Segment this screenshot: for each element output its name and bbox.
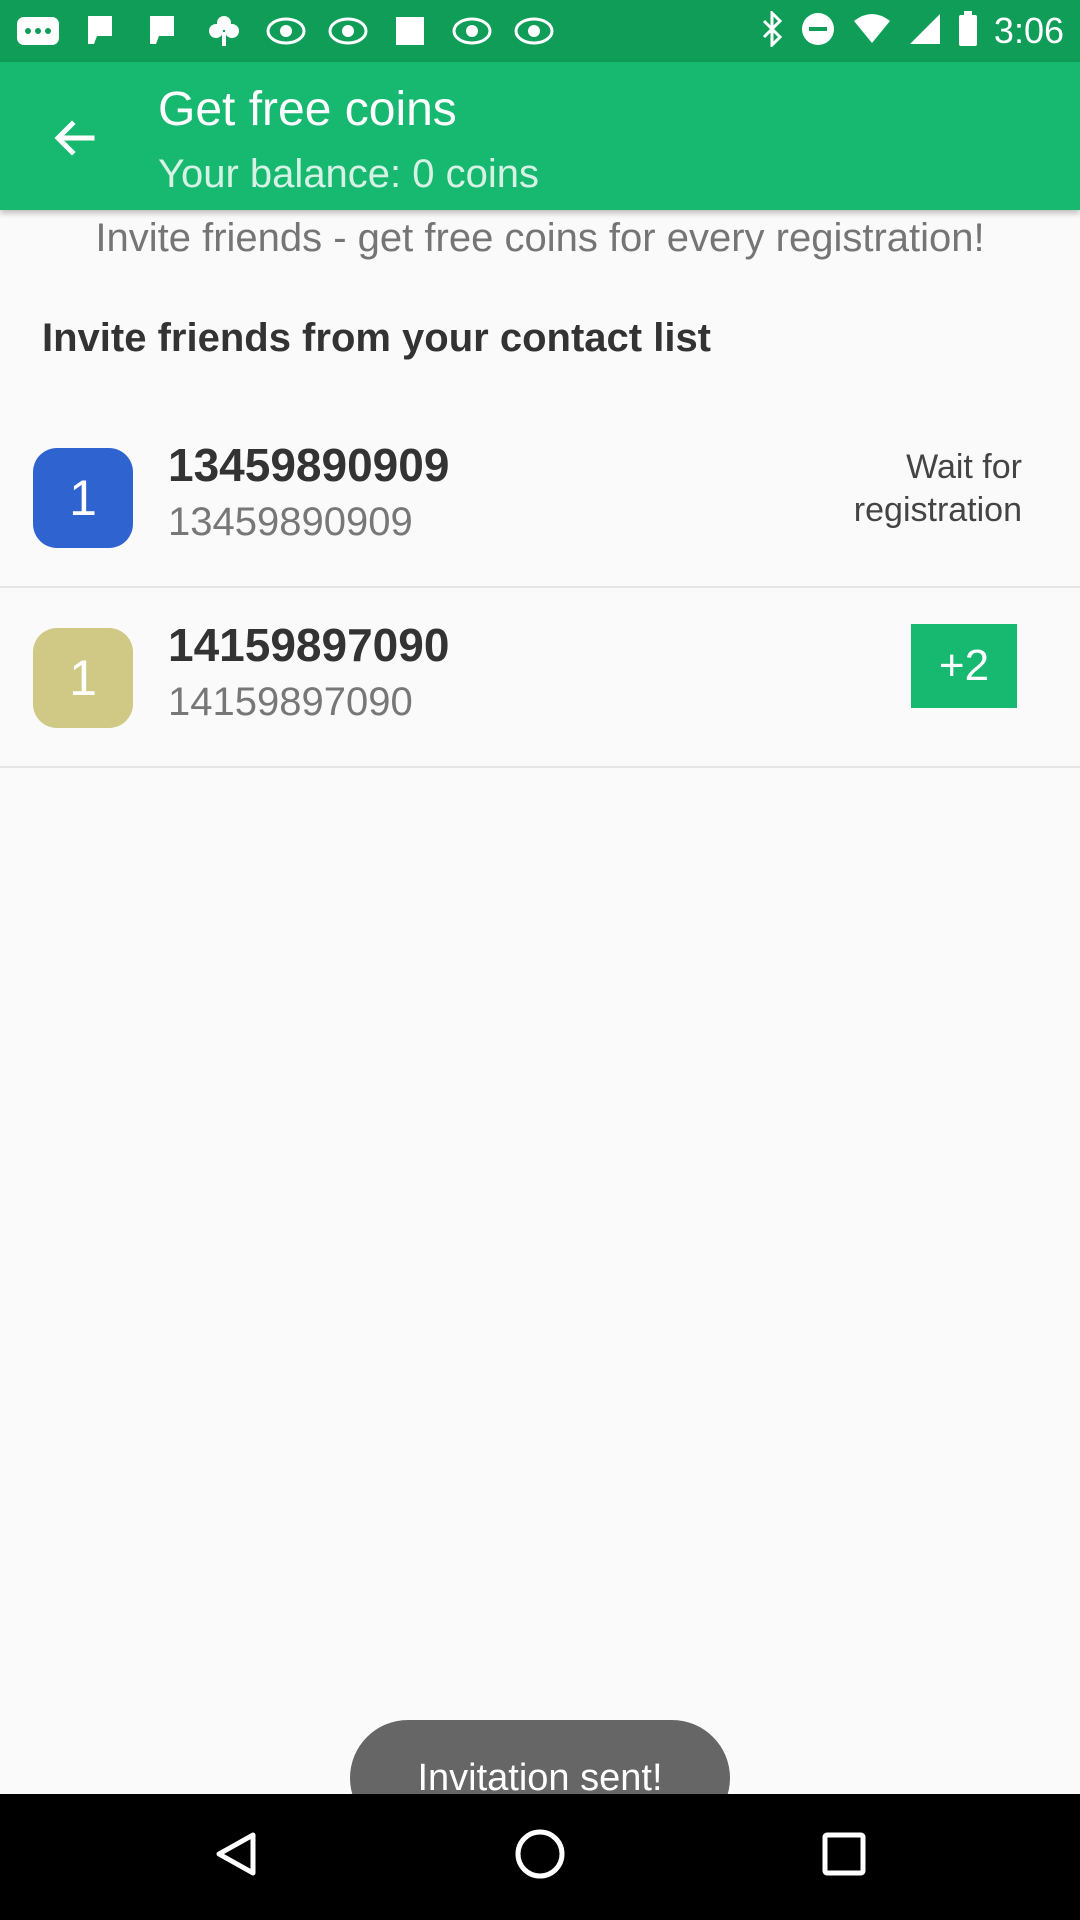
square-icon: [388, 14, 432, 48]
nav-recents-button[interactable]: [804, 1816, 884, 1896]
status-time: 3:06: [993, 10, 1064, 51]
system-status: 3:06: [760, 8, 1064, 52]
status-bar: 3:06: [0, 0, 1080, 62]
invite-plus-button[interactable]: +2: [911, 624, 1017, 708]
intro-text: Invite friends - get free coins for ever…: [95, 216, 985, 260]
content-area: Invite friends - get free coins for ever…: [0, 210, 1080, 1836]
abc13-icon: [450, 14, 494, 48]
abc13-icon: [512, 14, 556, 48]
do-not-disturb-icon: [800, 11, 836, 52]
contact-badge: 1: [33, 628, 133, 728]
navigation-bar: [0, 1794, 1080, 1920]
back-triangle-icon: [211, 1829, 261, 1884]
notification-icons: [16, 14, 556, 48]
back-button[interactable]: [40, 106, 108, 174]
nav-back-button[interactable]: [196, 1816, 276, 1896]
app-bar: Get free coins Your balance: 0 coins: [0, 62, 1080, 210]
registration-status: Wait for registration: [853, 448, 1022, 529]
contact-row[interactable]: 1 14159897090 14159897090 +2: [0, 590, 1080, 768]
contact-name: 13459890909: [168, 439, 450, 491]
page-title: Get free coins: [158, 83, 457, 136]
flag-icon: [140, 14, 184, 48]
contact-badge: 1: [33, 448, 133, 548]
nav-home-button[interactable]: [500, 1816, 580, 1896]
arrow-back-icon: [52, 116, 96, 165]
abc13-icon: [264, 14, 308, 48]
contact-row[interactable]: 1 13459890909 13459890909 Wait for regis…: [0, 410, 1080, 588]
contact-phone: 14159897090: [168, 680, 413, 724]
clover-icon: [202, 14, 246, 48]
more-dots-icon: [16, 14, 60, 48]
battery-icon: [958, 10, 978, 52]
abc13-icon: [326, 14, 370, 48]
bluetooth-icon: [760, 8, 784, 52]
contact-phone: 13459890909: [168, 500, 413, 544]
signal-icon: [908, 12, 942, 51]
home-circle-icon: [513, 1827, 567, 1886]
flag-icon: [78, 14, 122, 48]
contact-name: 14159897090: [168, 619, 450, 671]
recents-square-icon: [820, 1830, 868, 1883]
balance-subtitle: Your balance: 0 coins: [158, 152, 540, 196]
wifi-icon: [852, 13, 892, 50]
section-heading: Invite friends from your contact list: [42, 316, 712, 360]
